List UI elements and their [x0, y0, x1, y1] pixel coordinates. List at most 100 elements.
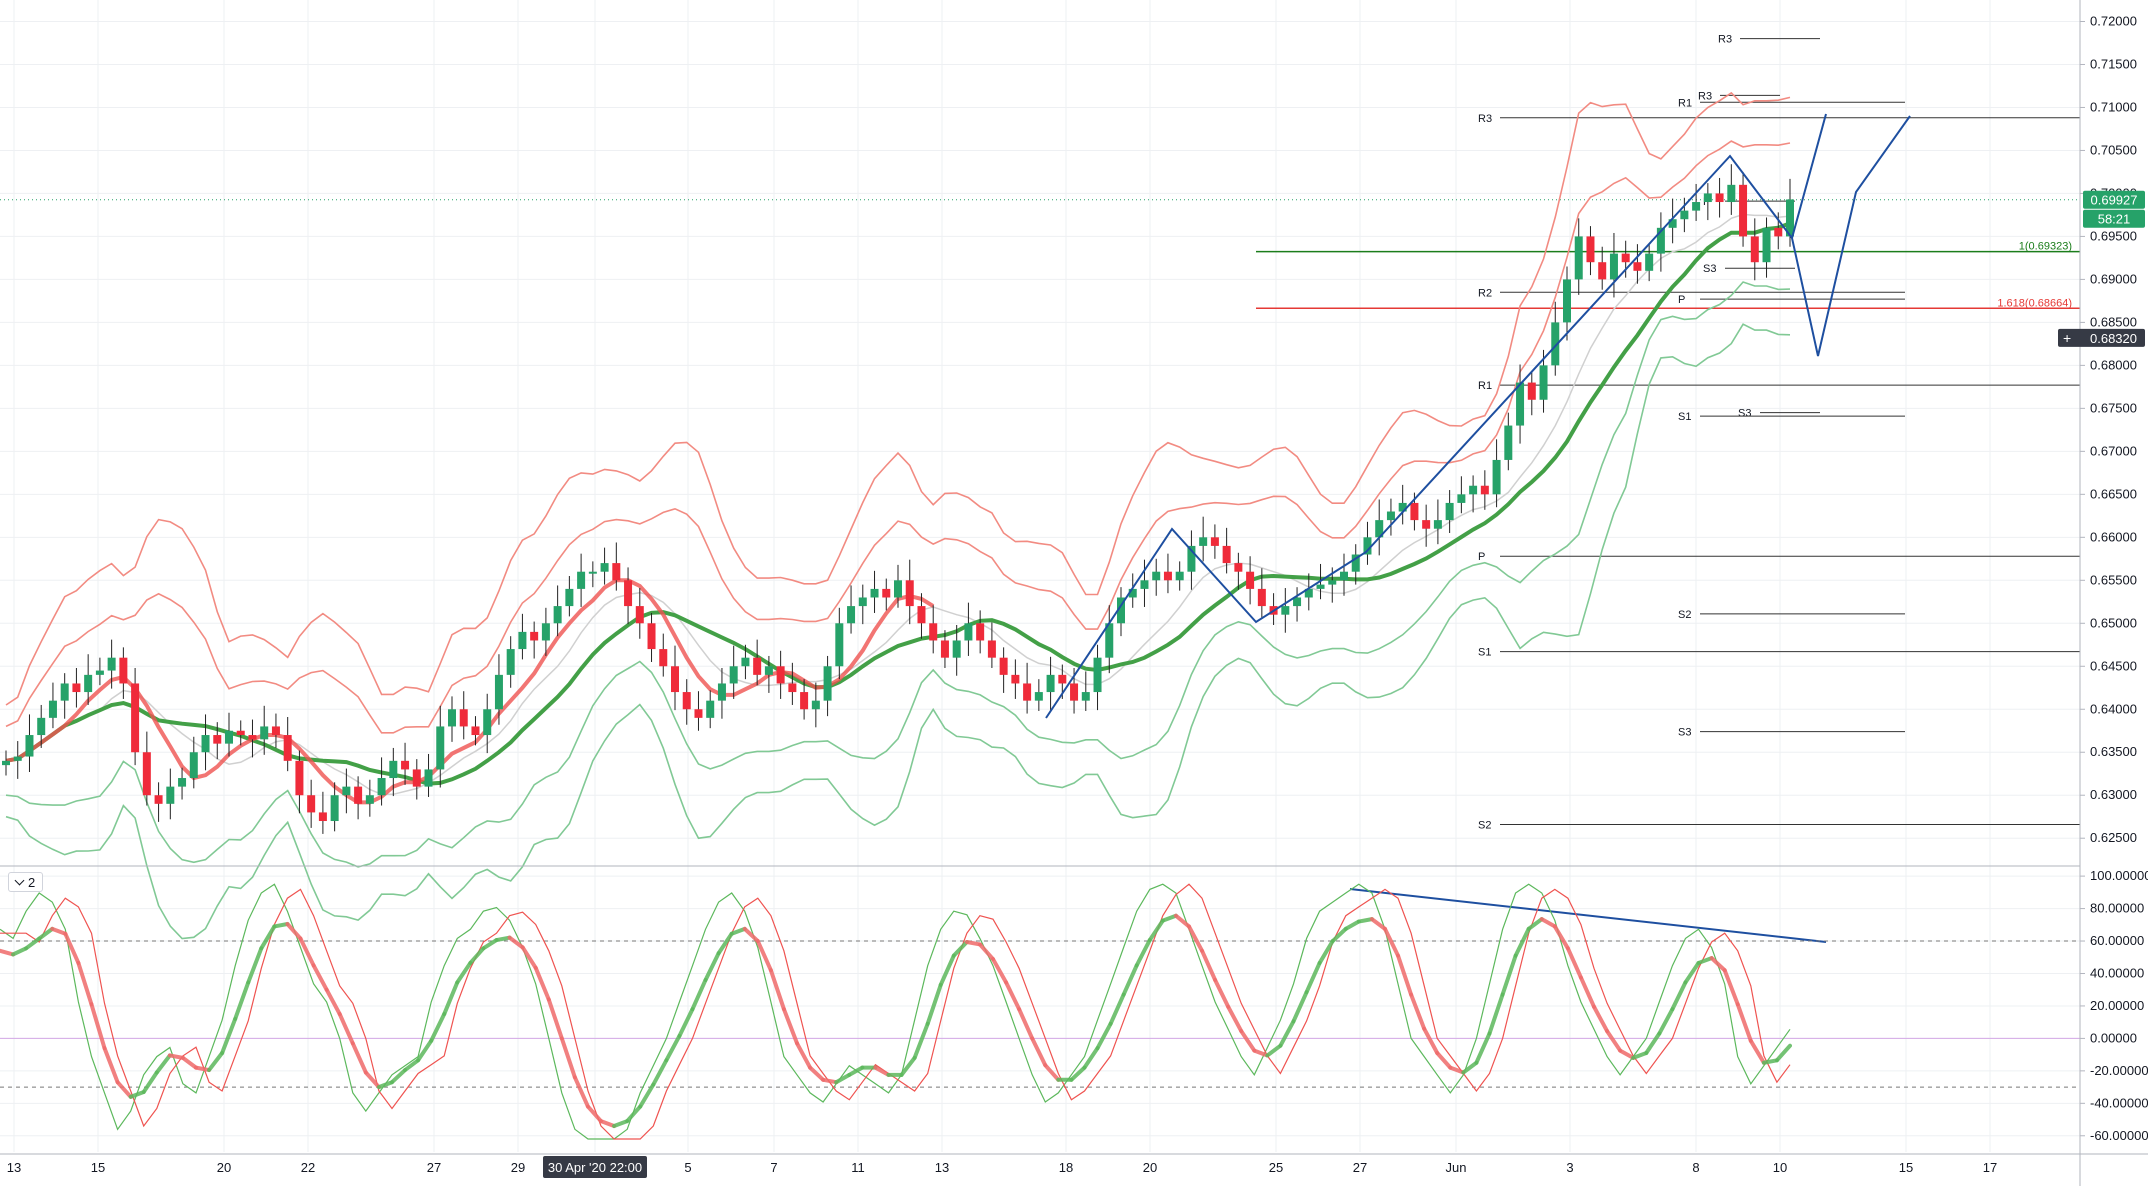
candle-body — [541, 623, 550, 641]
candle-body — [471, 726, 480, 736]
candle-body — [37, 717, 46, 736]
price-tick-label: 0.63500 — [2090, 744, 2137, 759]
osc-smooth-segment — [1670, 980, 1688, 1012]
candle-body — [940, 640, 949, 658]
fib-label: 1.618(0.68664) — [1997, 297, 2072, 309]
candle-body — [1680, 210, 1689, 220]
osc-smooth-segment — [1226, 1004, 1244, 1034]
candle-body — [1163, 571, 1172, 581]
candle-body — [201, 735, 210, 753]
osc-smooth-segment — [546, 997, 564, 1041]
osc-smooth-segment — [1330, 926, 1348, 944]
candle-body — [741, 657, 750, 667]
candle-body — [283, 735, 292, 761]
price-tick-label: 0.67500 — [2090, 400, 2137, 415]
osc-smooth-segment — [141, 1070, 159, 1094]
candle-body — [389, 760, 398, 779]
time-tick-label: 27 — [427, 1160, 441, 1175]
osc-smooth-segment — [1069, 1065, 1087, 1082]
candle-body — [835, 623, 844, 667]
crosshair-price-value: 0.68320 — [2090, 331, 2137, 346]
bollinger-bands — [5, 91, 1791, 940]
osc-tick-label: -20.00000 — [2090, 1063, 2148, 1078]
osc-smooth-segment — [1500, 953, 1518, 997]
candle-body — [365, 795, 374, 804]
candle-body — [1480, 485, 1489, 495]
price-tick-label: 0.71500 — [2090, 56, 2137, 71]
osc-smooth-segment — [363, 1070, 381, 1090]
candle-body — [213, 735, 222, 744]
candle-body — [952, 640, 961, 658]
price-tick-label: 0.70500 — [2090, 142, 2137, 157]
candle-body — [800, 692, 809, 710]
candle-body — [401, 760, 410, 770]
candle-body — [412, 769, 421, 787]
osc-smooth-segment — [1696, 956, 1714, 965]
price-tick-label: 0.65500 — [2090, 572, 2137, 587]
candle-body — [448, 709, 456, 727]
candle-body — [60, 683, 69, 701]
osc-smooth-segment — [1017, 1007, 1035, 1041]
candle-body — [1469, 485, 1478, 495]
candle-body — [1152, 571, 1161, 581]
chart-canvas[interactable]: R3R3R1R3PS3R2PR1S3S1PS2S1S3S21(0.69323)1… — [0, 0, 2148, 1186]
candle-body — [1492, 459, 1501, 495]
price-tick-label: 0.63000 — [2090, 787, 2137, 802]
pivot-label: S1 — [1478, 647, 1491, 659]
candle-body — [1234, 563, 1243, 572]
osc-tick-label: 60.00000 — [2090, 933, 2144, 948]
time-tick-label: 15 — [91, 1160, 105, 1175]
osc-smooth-segment — [1578, 975, 1597, 1009]
candle-body — [459, 709, 468, 727]
candle-body — [894, 580, 902, 598]
candle-body — [530, 631, 539, 641]
candle-body — [905, 580, 914, 607]
candle-body — [318, 812, 327, 822]
candle-body — [1609, 253, 1618, 280]
time-tick-label: 20 — [217, 1160, 231, 1175]
candle-body — [236, 730, 245, 736]
osc-smooth-segment — [350, 1041, 368, 1075]
time-axis[interactable]: 13 15 20 22 27 29 30 Apr '20 22:00 5 7 11 13 18 20 25… — [7, 1156, 1997, 1178]
osc-smooth-segment — [834, 1072, 852, 1085]
candle-body — [1692, 202, 1701, 211]
candle-body — [624, 580, 633, 607]
osc-smooth-segment — [1657, 1007, 1675, 1036]
osc-smooth-segment — [1291, 990, 1309, 1024]
candle-body — [154, 795, 163, 804]
pivot-label: S2 — [1478, 819, 1491, 831]
oscillator-pane-toggle[interactable]: 2 — [8, 872, 44, 892]
candle-body — [858, 597, 867, 607]
oscillator-axis[interactable]: 100.00000 80.00000 60.00000 40.00000 20.0000… — [2080, 868, 2148, 1143]
osc-smooth-segment — [429, 1012, 447, 1043]
candle-body — [189, 752, 198, 779]
osc-smooth-segment — [1134, 938, 1152, 968]
osc-tick-label: -60.00000 — [2090, 1128, 2148, 1143]
osc-smooth-segment — [1030, 1036, 1048, 1068]
candle-body — [976, 623, 985, 641]
candle-body — [1422, 520, 1431, 529]
osc-smooth-segment — [1095, 1021, 1113, 1051]
price-tick-label: 0.66000 — [2090, 529, 2137, 544]
candle-body — [1093, 657, 1102, 693]
pivot-label: S3 — [1678, 727, 1691, 739]
osc-smooth-segment — [1239, 1029, 1257, 1053]
candle-body — [1574, 236, 1583, 280]
candle-body — [1011, 674, 1020, 684]
price-axis[interactable]: 0.720000.715000.710000.705000.700000.695… — [2080, 13, 2137, 845]
time-tick-label: 7 — [770, 1160, 777, 1175]
osc-smooth-segment — [1735, 1002, 1753, 1043]
candle-body — [1070, 683, 1079, 701]
pivot-label: R2 — [1478, 287, 1492, 299]
candle-body — [1762, 227, 1771, 263]
time-tick-label: Jun — [1446, 1160, 1467, 1175]
candle-body — [999, 657, 1008, 675]
osc-tick-label: -40.00000 — [2090, 1095, 2148, 1110]
time-tick-label: 18 — [1059, 1160, 1073, 1175]
osc-tick-label: 40.00000 — [2090, 965, 2144, 980]
price-tick-label: 0.72000 — [2090, 13, 2137, 28]
osc-smooth-segment — [533, 965, 551, 1002]
osc-smooth-segment — [50, 926, 68, 936]
price-tick-label: 0.68000 — [2090, 357, 2137, 372]
candle-body — [659, 649, 668, 667]
